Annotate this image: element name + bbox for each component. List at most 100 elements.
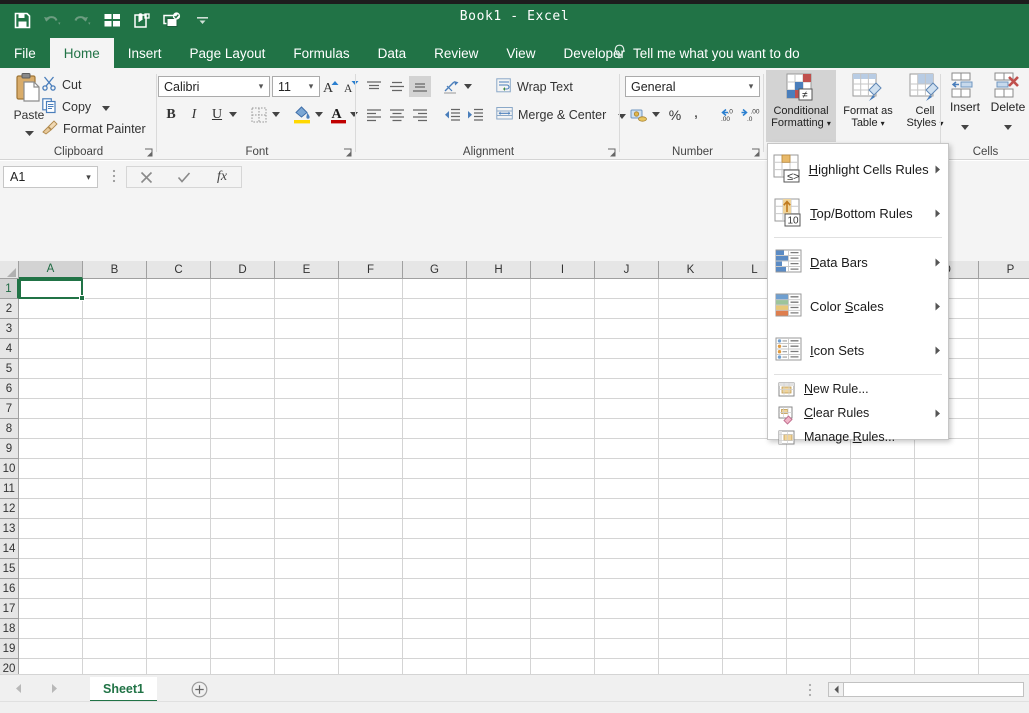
delete-cells-caret-icon[interactable] <box>1004 117 1012 135</box>
clipboard-dialog-launcher[interactable] <box>144 146 155 157</box>
borders-dropdown-caret-icon[interactable] <box>270 104 282 125</box>
copy-button[interactable]: Copy <box>42 96 111 117</box>
column-header-D[interactable]: D <box>211 261 275 279</box>
increase-font-size-button[interactable]: A <box>322 76 340 97</box>
font-size-input[interactable]: 11 ▾ <box>272 76 320 97</box>
underline-dropdown-caret-icon[interactable] <box>227 104 239 125</box>
accounting-format-button[interactable] <box>627 104 650 125</box>
tab-page-layout[interactable]: Page Layout <box>176 38 280 68</box>
accounting-dropdown-caret-icon[interactable] <box>650 104 662 125</box>
horizontal-scrollbar[interactable] <box>828 682 1024 697</box>
horizontal-scroll-grip[interactable] <box>808 683 812 702</box>
insert-cells-button[interactable]: Insert <box>944 72 986 140</box>
align-middle-button[interactable] <box>386 76 408 97</box>
cut-button[interactable]: Cut <box>42 74 81 95</box>
conditional-formatting-button[interactable]: ≠ Conditional Formatting ▾ <box>766 70 836 142</box>
column-header-G[interactable]: G <box>403 261 467 279</box>
number-dialog-launcher[interactable] <box>751 146 762 157</box>
row-header-17[interactable]: 17 <box>0 599 19 619</box>
row-header-14[interactable]: 14 <box>0 539 19 559</box>
row-header-5[interactable]: 5 <box>0 359 19 379</box>
column-header-E[interactable]: E <box>275 261 339 279</box>
align-left-button[interactable] <box>363 104 385 125</box>
column-header-K[interactable]: K <box>659 261 723 279</box>
add-sheet-button[interactable] <box>188 679 210 699</box>
column-header-F[interactable]: F <box>339 261 403 279</box>
selected-cell-a1[interactable] <box>19 279 83 299</box>
insert-cells-caret-icon[interactable] <box>961 117 969 135</box>
next-sheet-button[interactable] <box>44 679 64 697</box>
fill-handle[interactable] <box>79 295 85 301</box>
row-header-18[interactable]: 18 <box>0 619 19 639</box>
menu-item-new-rule[interactable]: New Rule... <box>768 377 948 401</box>
menu-item-highlight-cells-rules[interactable]: ≤> Highlight Cells Rules <box>768 147 948 191</box>
wrap-text-button[interactable]: Wrap Text <box>496 76 573 97</box>
decrease-indent-button[interactable] <box>441 104 463 125</box>
paste-dropdown-caret-icon[interactable] <box>24 123 34 141</box>
previous-sheet-button[interactable] <box>8 679 28 697</box>
row-header-16[interactable]: 16 <box>0 579 19 599</box>
row-header-15[interactable]: 15 <box>0 559 19 579</box>
format-as-table-button[interactable]: Format as Table ▾ <box>837 70 899 142</box>
tab-view[interactable]: View <box>492 38 549 68</box>
align-center-button[interactable] <box>386 104 408 125</box>
tab-insert[interactable]: Insert <box>114 38 176 68</box>
horizontal-scroll-track[interactable] <box>844 683 1023 696</box>
align-top-button[interactable] <box>363 76 385 97</box>
row-header-7[interactable]: 7 <box>0 399 19 419</box>
column-header-J[interactable]: J <box>595 261 659 279</box>
sheet-tab-sheet1[interactable]: Sheet1 <box>90 677 157 702</box>
tell-me-box[interactable]: Tell me what you want to do <box>613 38 800 68</box>
row-header-1[interactable]: 1 <box>0 279 19 299</box>
row-header-19[interactable]: 19 <box>0 639 19 659</box>
conditional-formatting-caret-icon[interactable]: ▾ <box>827 119 831 128</box>
enter-formula-button[interactable] <box>165 167 203 187</box>
bold-button[interactable]: B <box>161 104 181 125</box>
row-header-11[interactable]: 11 <box>0 479 19 499</box>
number-format-dropdown-icon[interactable]: ▾ <box>743 81 759 92</box>
fill-color-button[interactable] <box>291 102 313 125</box>
column-header-P[interactable]: P <box>979 261 1029 279</box>
font-name-dropdown-icon[interactable]: ▾ <box>253 81 269 92</box>
font-dialog-launcher[interactable] <box>343 146 354 157</box>
select-all-corner[interactable] <box>0 261 19 279</box>
underline-button[interactable]: U <box>207 104 227 125</box>
row-header-8[interactable]: 8 <box>0 419 19 439</box>
delete-cells-button[interactable]: Delete <box>987 72 1029 140</box>
comma-style-button[interactable]: , <box>687 102 705 123</box>
align-bottom-button[interactable] <box>409 76 431 97</box>
row-header-13[interactable]: 13 <box>0 519 19 539</box>
column-header-H[interactable]: H <box>467 261 531 279</box>
alignment-dialog-launcher[interactable] <box>607 146 618 157</box>
column-header-C[interactable]: C <box>147 261 211 279</box>
menu-item-data-bars[interactable]: Data Bars <box>768 240 948 284</box>
name-box-dropdown-icon[interactable]: ▾ <box>80 172 97 183</box>
tab-data[interactable]: Data <box>364 38 421 68</box>
increase-decimal-button[interactable]: .0 .00 <box>716 104 740 125</box>
number-format-select[interactable]: General ▾ <box>625 76 760 97</box>
row-header-2[interactable]: 2 <box>0 299 19 319</box>
menu-item-top-bottom-rules[interactable]: 10 Top/Bottom Rules <box>768 191 948 235</box>
tab-formulas[interactable]: Formulas <box>279 38 363 68</box>
formula-bar-grip[interactable] <box>112 169 116 190</box>
format-painter-button[interactable]: Format Painter <box>42 118 146 139</box>
column-header-B[interactable]: B <box>83 261 147 279</box>
tab-file[interactable]: File <box>0 38 50 68</box>
format-as-table-caret-icon[interactable]: ▾ <box>881 119 885 128</box>
font-name-input[interactable]: Calibri ▾ <box>158 76 270 97</box>
italic-button[interactable]: I <box>184 104 204 125</box>
percent-style-button[interactable]: % <box>665 104 685 125</box>
menu-item-clear-rules[interactable]: Clear Rules <box>768 401 948 425</box>
orientation-button[interactable] <box>441 76 463 97</box>
cancel-formula-button[interactable] <box>127 167 165 187</box>
tab-review[interactable]: Review <box>420 38 492 68</box>
align-right-button[interactable] <box>409 104 431 125</box>
column-header-I[interactable]: I <box>531 261 595 279</box>
scroll-left-button[interactable] <box>829 683 844 696</box>
font-size-dropdown-icon[interactable]: ▾ <box>303 81 319 92</box>
fill-color-dropdown-caret-icon[interactable] <box>313 104 325 125</box>
orientation-dropdown-caret-icon[interactable] <box>462 76 474 97</box>
font-color-button[interactable]: A <box>328 102 348 125</box>
copy-dropdown-caret-icon[interactable] <box>102 100 111 114</box>
column-header-A[interactable]: A <box>19 261 83 279</box>
